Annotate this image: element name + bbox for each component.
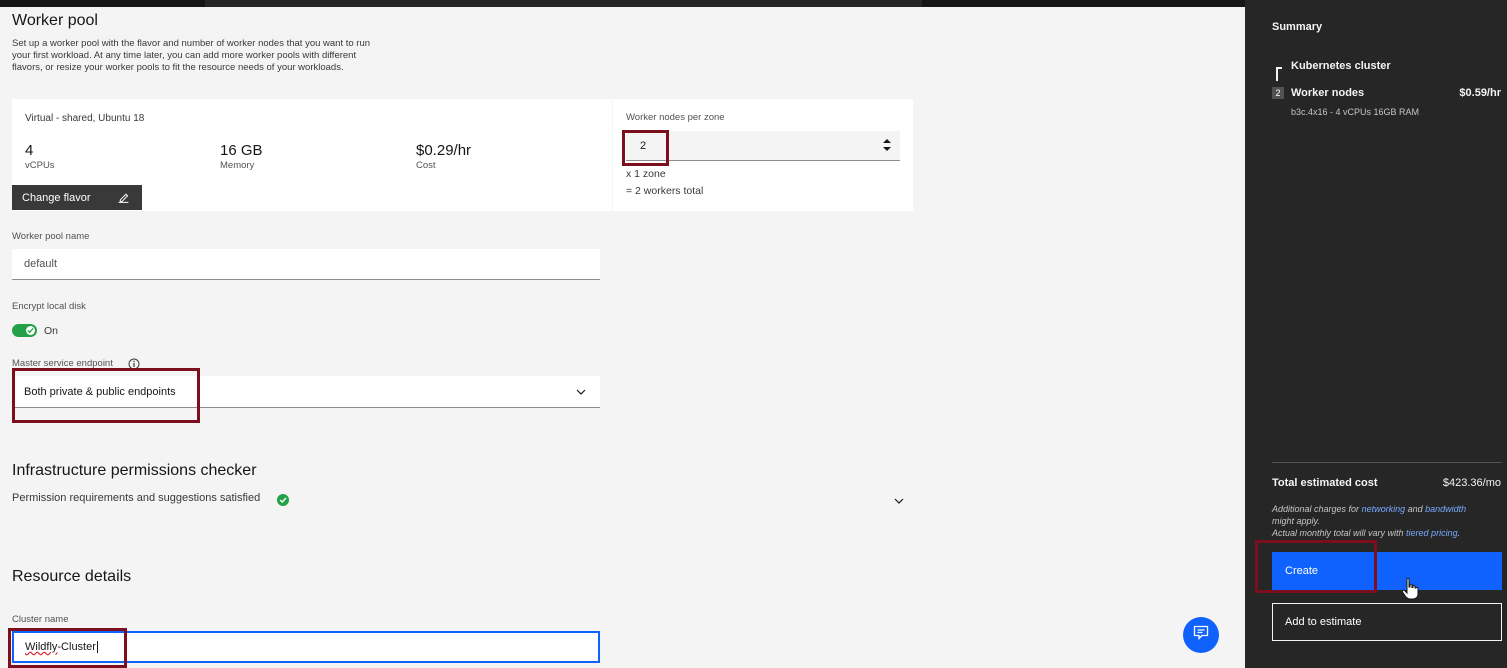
- cost-label: Cost: [416, 160, 436, 171]
- encrypt-toggle[interactable]: [12, 324, 37, 337]
- infrastructure-accordion[interactable]: Permission requirements and suggestions …: [12, 492, 908, 506]
- annotation-box-nodes: [622, 130, 669, 166]
- memory-label: Memory: [220, 160, 255, 171]
- annotation-box-create: [1255, 540, 1377, 593]
- add-to-estimate-label: Add to estimate: [1285, 616, 1362, 628]
- annotation-box-cluster-name: [8, 628, 127, 668]
- encrypt-label: Encrypt local disk: [12, 301, 86, 312]
- total-value: $423.36/mo: [1442, 477, 1501, 489]
- change-flavor-label: Change flavor: [22, 191, 91, 204]
- chevron-down-icon: [576, 387, 586, 400]
- cluster-name-label: Cluster name: [12, 614, 69, 625]
- chevron-down-icon: [894, 493, 904, 511]
- nodes-label: Worker nodes: [1291, 87, 1365, 99]
- encrypt-state: On: [44, 325, 59, 337]
- cost-note: Additional charges for networking and ba…: [1272, 503, 1504, 539]
- worker-pool-title: Worker pool: [12, 12, 98, 29]
- note-prefix: Additional charges for: [1272, 504, 1362, 514]
- cost-value: $0.29/hr: [416, 142, 472, 159]
- note-and: and: [1405, 504, 1426, 514]
- total-label: Total estimated cost: [1272, 477, 1378, 489]
- worker-pool-description-2: your first workload. At any time later, …: [12, 50, 357, 61]
- edit-icon: [117, 191, 130, 207]
- tiered-pricing-link[interactable]: tiered pricing: [1406, 528, 1458, 538]
- pool-name-placeholder: default: [24, 258, 58, 270]
- flavor-type: Virtual - shared, Ubuntu 18: [25, 113, 145, 124]
- summary-title: Summary: [1272, 21, 1323, 33]
- cluster-label: Kubernetes cluster: [1291, 60, 1391, 72]
- hand-cursor-icon: [1401, 577, 1419, 606]
- pool-name-label: Worker pool name: [12, 231, 90, 242]
- chat-icon: [1193, 625, 1209, 645]
- toggle-knob: [26, 326, 35, 335]
- bandwidth-link[interactable]: bandwidth: [1425, 504, 1466, 514]
- worker-pool-description-3: flavors, or resize your worker pools to …: [12, 62, 344, 73]
- tree-connector: [1276, 67, 1282, 81]
- cost-note-line-1: Additional charges for networking and ba…: [1272, 503, 1504, 515]
- resource-details-title: Resource details: [12, 568, 132, 585]
- stepper-icon[interactable]: [882, 138, 892, 157]
- cost-note-line-2: might apply.: [1272, 516, 1320, 526]
- infrastructure-status: Permission requirements and suggestions …: [12, 492, 261, 504]
- pool-name-input[interactable]: default: [12, 249, 600, 280]
- nodes-spec: b3c.4x16 - 4 vCPUs 16GB RAM: [1291, 107, 1420, 117]
- networking-link[interactable]: networking: [1362, 504, 1406, 514]
- nodes-price: $0.59/hr: [1459, 87, 1501, 99]
- summary-divider: [1272, 462, 1502, 463]
- top-strip-segment: [205, 0, 922, 7]
- note-line3-suffix: .: [1457, 528, 1461, 538]
- worker-pool-description-1: Set up a worker pool with the flavor and…: [12, 38, 371, 49]
- chat-button[interactable]: [1183, 617, 1219, 653]
- zone-text: x 1 zone: [626, 168, 666, 180]
- nodes-per-zone-label: Worker nodes per zone: [626, 112, 725, 123]
- change-flavor-button[interactable]: Change flavor: [12, 185, 142, 210]
- memory-value: 16 GB: [220, 142, 263, 159]
- check-circle-icon: [277, 493, 289, 511]
- cost-note-line-3: Actual monthly total will vary with tier…: [1272, 527, 1504, 539]
- infrastructure-title: Infrastructure permissions checker: [12, 462, 257, 479]
- top-strip: [0, 0, 1245, 7]
- vcpus-label: vCPUs: [25, 160, 55, 171]
- add-to-estimate-button[interactable]: Add to estimate: [1272, 603, 1502, 641]
- note-line3-prefix: Actual monthly total will vary with: [1272, 528, 1407, 538]
- workers-total-text: = 2 workers total: [626, 185, 704, 197]
- vcpus-value: 4: [25, 142, 34, 159]
- annotation-box-endpoint: [12, 368, 200, 423]
- node-count-badge: 2: [1272, 87, 1284, 99]
